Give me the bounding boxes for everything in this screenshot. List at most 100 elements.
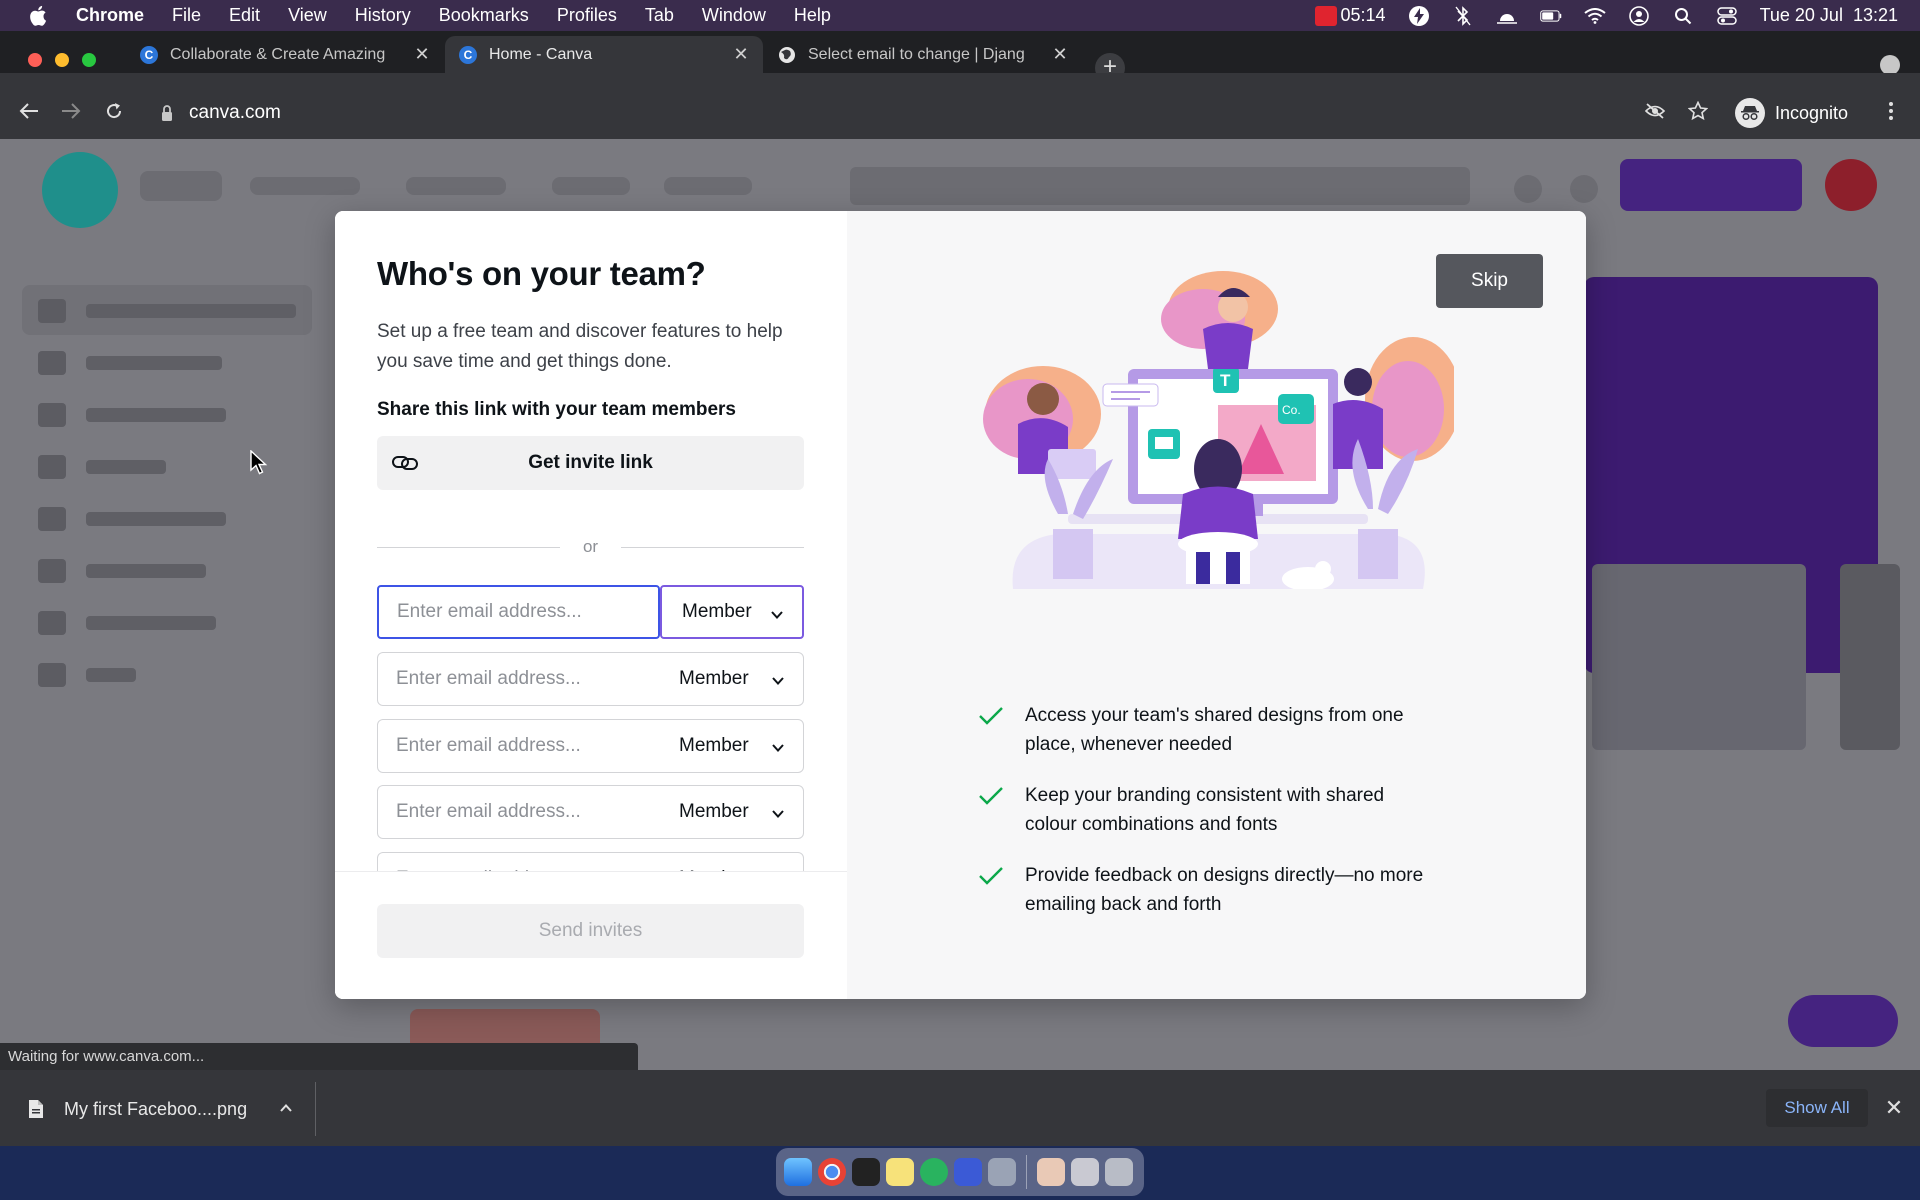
- menu-edit[interactable]: Edit: [229, 5, 260, 26]
- battery-time: 05:14: [1340, 5, 1386, 25]
- user-account-icon[interactable]: [1628, 5, 1650, 27]
- notes-icon[interactable]: [886, 1158, 914, 1186]
- battery-alert-icon: [1314, 5, 1337, 26]
- chevron-down-icon: [771, 672, 785, 686]
- tab-home-canva[interactable]: C Home - Canva ✕: [445, 36, 763, 73]
- close-icon[interactable]: ✕: [1884, 1097, 1904, 1119]
- terminal-icon[interactable]: [852, 1158, 880, 1186]
- bookmark-star-icon[interactable]: [1687, 100, 1709, 122]
- window-close-button[interactable]: [28, 53, 42, 67]
- sidebar-text-placeholder: [86, 304, 296, 318]
- role-value: Member: [679, 801, 749, 822]
- wifi-icon[interactable]: [1583, 5, 1606, 27]
- icon-placeholder: [1514, 175, 1542, 203]
- incognito-profile-button[interactable]: Incognito: [1735, 96, 1848, 130]
- menu-window[interactable]: Window: [702, 5, 766, 26]
- folder-icon[interactable]: [1037, 1158, 1065, 1186]
- or-text: or: [582, 537, 599, 556]
- tab-django-admin[interactable]: Select email to change | Djang ✕: [764, 36, 1082, 73]
- menu-history[interactable]: History: [355, 5, 411, 26]
- menu-profiles[interactable]: Profiles: [557, 5, 617, 26]
- menu-bookmarks[interactable]: Bookmarks: [439, 5, 529, 26]
- forward-arrow-icon[interactable]: [60, 100, 82, 122]
- chevron-up-icon[interactable]: [278, 1100, 294, 1116]
- canva-favicon-icon: C: [140, 45, 158, 64]
- thumbnail-placeholder: [1840, 564, 1900, 750]
- trash-icon[interactable]: [1105, 1158, 1133, 1186]
- invite-button-label: Get invite link: [528, 452, 653, 473]
- menu-app-name[interactable]: Chrome: [76, 5, 144, 26]
- canva-logo: [42, 152, 118, 228]
- email-input[interactable]: [378, 786, 661, 838]
- sidebar-text-placeholder: [86, 356, 222, 370]
- role-value: Member: [682, 601, 752, 622]
- battery-status[interactable]: 05:14: [1314, 5, 1386, 26]
- tab-collaborate[interactable]: C Collaborate & Create Amazing ✕: [126, 36, 444, 73]
- finder-icon[interactable]: [784, 1158, 812, 1186]
- svg-text:T: T: [1220, 371, 1231, 390]
- spotlight-search-icon[interactable]: [1672, 5, 1694, 27]
- chrome-icon[interactable]: [818, 1158, 846, 1186]
- file-icon: [28, 1099, 44, 1119]
- feature-text: Keep your branding consistent with share…: [1025, 785, 1385, 835]
- show-all-button[interactable]: Show All: [1766, 1089, 1868, 1127]
- email-input[interactable]: [378, 653, 661, 705]
- tab-search-icon[interactable]: [1880, 55, 1900, 75]
- role-dropdown[interactable]: Member: [659, 720, 803, 772]
- sidebar-icon-placeholder: [38, 299, 66, 323]
- sidebar-icon-placeholder: [38, 507, 66, 531]
- send-invites-button[interactable]: Send invites: [377, 904, 804, 958]
- canva-favicon-icon: C: [459, 45, 477, 64]
- nav-placeholder: [250, 177, 360, 195]
- tab-title: Collaborate & Create Amazing: [170, 45, 386, 63]
- link-icon: [391, 451, 419, 475]
- app-icon[interactable]: [920, 1158, 948, 1186]
- avatar-placeholder: [1825, 159, 1877, 211]
- tab-close-icon[interactable]: ✕: [731, 44, 751, 64]
- sidebar-text-placeholder: [86, 668, 136, 682]
- menu-tab[interactable]: Tab: [645, 5, 674, 26]
- app-icon[interactable]: [954, 1158, 982, 1186]
- svg-text:Co.: Co.: [1282, 403, 1301, 417]
- menu-file[interactable]: File: [172, 5, 201, 26]
- app-icon[interactable]: [988, 1158, 1016, 1186]
- email-input[interactable]: [378, 720, 661, 772]
- bolt-icon[interactable]: [1408, 5, 1430, 27]
- lock-icon[interactable]: [160, 104, 174, 122]
- eye-off-icon[interactable]: [1644, 100, 1666, 122]
- apple-icon[interactable]: [26, 5, 50, 26]
- back-arrow-icon[interactable]: [18, 100, 40, 122]
- window-zoom-button[interactable]: [82, 53, 96, 67]
- more-menu-icon[interactable]: [1880, 100, 1902, 122]
- get-invite-link-button[interactable]: Get invite link: [377, 436, 804, 490]
- window-minimize-button[interactable]: [55, 53, 69, 67]
- tab-close-icon[interactable]: ✕: [1050, 44, 1070, 64]
- menu-help[interactable]: Help: [794, 5, 831, 26]
- download-item[interactable]: My first Faceboo....png: [28, 1092, 247, 1126]
- sidebar-icon-placeholder: [38, 351, 66, 375]
- globe-icon: [778, 46, 796, 64]
- address-bar[interactable]: canva.com: [150, 96, 1710, 130]
- brightness-icon[interactable]: [1496, 5, 1518, 27]
- feature-item: Access your team's shared designs from o…: [977, 701, 1437, 759]
- role-dropdown[interactable]: Member: [660, 585, 804, 639]
- email-input[interactable]: [377, 585, 660, 639]
- reload-icon[interactable]: [103, 100, 125, 122]
- download-file-name: My first Faceboo....png: [64, 1098, 248, 1119]
- battery-icon[interactable]: [1539, 5, 1562, 27]
- app-icon[interactable]: [1071, 1158, 1099, 1186]
- dock-separator: [1026, 1155, 1027, 1189]
- sidebar-text-placeholder: [86, 564, 206, 578]
- clock-datetime[interactable]: Tue 20 Jul 13:21: [1760, 5, 1898, 26]
- bluetooth-off-icon[interactable]: [1452, 5, 1474, 27]
- share-link-label: Share this link with your team members: [377, 399, 736, 420]
- role-dropdown[interactable]: Member: [659, 786, 803, 838]
- menu-view[interactable]: View: [288, 5, 327, 26]
- sidebar-icon-placeholder: [38, 403, 66, 427]
- nav-placeholder: [406, 177, 506, 195]
- chevron-down-icon: [771, 805, 785, 819]
- role-dropdown[interactable]: Member: [659, 653, 803, 705]
- help-button-placeholder: [1788, 995, 1898, 1047]
- tab-close-icon[interactable]: ✕: [412, 44, 432, 64]
- control-center-icon[interactable]: [1716, 5, 1738, 27]
